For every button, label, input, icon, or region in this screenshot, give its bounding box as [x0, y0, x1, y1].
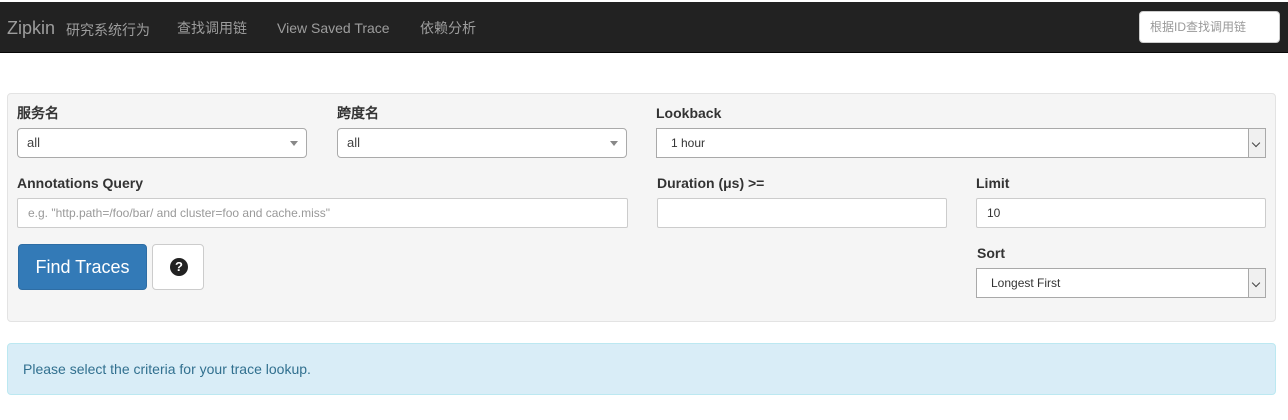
annotations-query-input[interactable]: [17, 198, 628, 228]
service-name-value: all: [27, 135, 41, 150]
brand-subtitle: 研究系统行为: [66, 22, 150, 38]
search-panel: 服务名 all 跨度名 all Lookback 1 hour Annotati…: [7, 93, 1276, 322]
trace-id-search-input[interactable]: [1139, 11, 1280, 43]
chevron-down-icon: [290, 141, 298, 146]
question-circle-icon: ?: [170, 258, 188, 276]
chevron-down-icon: [1248, 129, 1265, 157]
chevron-down-icon: [1248, 269, 1265, 297]
info-alert-message: Please select the criteria for your trac…: [23, 361, 311, 377]
lookback-label: Lookback: [656, 105, 722, 121]
limit-input[interactable]: [976, 198, 1266, 228]
lookback-select[interactable]: 1 hour: [656, 128, 1266, 158]
span-name-select[interactable]: all: [337, 128, 627, 158]
brand-logo[interactable]: Zipkin: [7, 17, 55, 39]
service-name-label: 服务名: [17, 105, 59, 121]
top-navbar: Zipkin 研究系统行为 查找调用链 View Saved Trace 依赖分…: [0, 2, 1288, 53]
service-name-select[interactable]: all: [17, 128, 307, 158]
span-name-value: all: [347, 135, 361, 150]
chevron-down-icon: [610, 141, 618, 146]
annotations-query-label: Annotations Query: [17, 175, 144, 191]
find-traces-button[interactable]: Find Traces: [18, 244, 147, 290]
sort-value: Longest First: [991, 276, 1061, 290]
limit-label: Limit: [976, 175, 1010, 191]
sort-select[interactable]: Longest First: [976, 268, 1266, 298]
nav-dependencies[interactable]: 依赖分析: [420, 18, 476, 38]
nav-find-traces[interactable]: 查找调用链: [177, 18, 247, 38]
lookback-value: 1 hour: [671, 136, 706, 150]
duration-input[interactable]: [657, 198, 947, 228]
nav-view-saved-trace[interactable]: View Saved Trace: [277, 18, 390, 38]
span-name-label: 跨度名: [337, 105, 379, 121]
info-alert: Please select the criteria for your trac…: [7, 343, 1276, 395]
help-button[interactable]: ?: [152, 244, 204, 290]
sort-label: Sort: [977, 245, 1005, 261]
duration-label: Duration (μs) >=: [657, 175, 765, 191]
